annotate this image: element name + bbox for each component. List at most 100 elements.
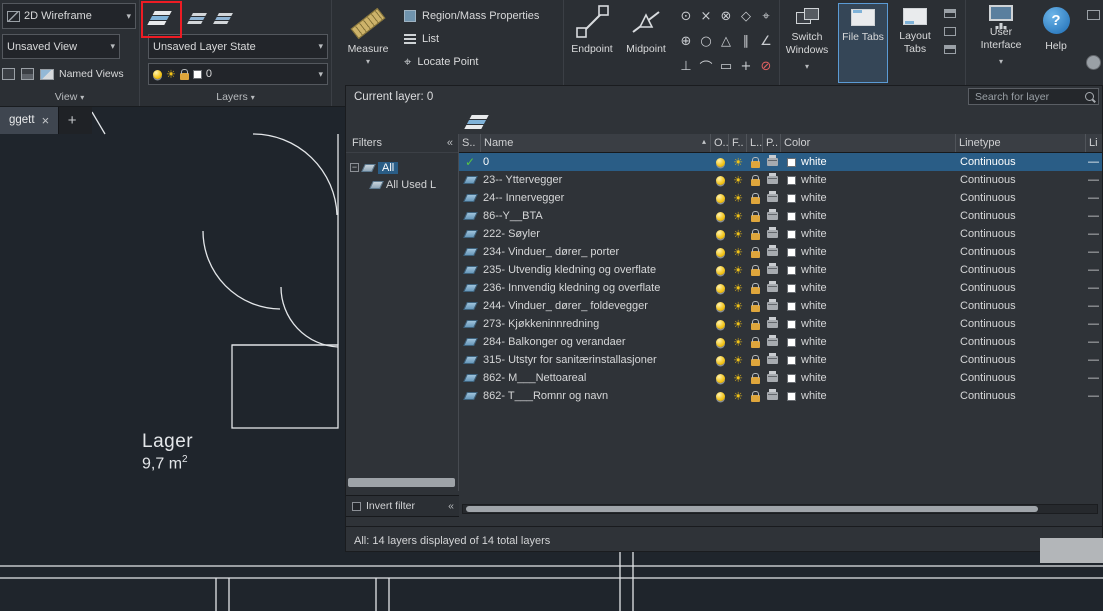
invert-filter-checkbox[interactable] <box>352 502 361 511</box>
layer-plot-icon[interactable] <box>767 356 778 364</box>
linetype-value[interactable]: Continuous <box>956 243 1086 261</box>
layer-lock-icon[interactable] <box>751 305 760 312</box>
layer-on-icon[interactable] <box>716 374 725 383</box>
infocenter-icon[interactable] <box>1087 10 1100 20</box>
drawing-tab[interactable]: ggett × <box>0 106 59 134</box>
layer-on-icon[interactable] <box>716 194 725 203</box>
osnap-icon[interactable]: ▭ <box>720 59 732 74</box>
layer-freeze-icon[interactable]: ☀ <box>733 211 743 222</box>
list-button[interactable]: List <box>404 31 539 47</box>
lineweight-value[interactable]: — <box>1086 297 1102 315</box>
endpoint-button[interactable]: Endpoint <box>566 3 618 83</box>
layer-name[interactable]: 315- Utstyr for sanitærinstallasjoner <box>481 351 711 369</box>
linetype-value[interactable]: Continuous <box>956 171 1086 189</box>
table-scrollbar[interactable] <box>462 504 1098 514</box>
lineweight-value[interactable]: — <box>1086 261 1102 279</box>
region-mass-properties-button[interactable]: Region/Mass Properties <box>404 8 539 24</box>
layer-freeze-icon[interactable]: ☀ <box>733 265 743 276</box>
layer-row[interactable]: 222- Søyler☀whiteContinuous— <box>459 225 1102 243</box>
layer-plot-icon[interactable] <box>767 392 778 400</box>
layer-lock-icon[interactable] <box>751 233 760 240</box>
lineweight-value[interactable]: — <box>1086 243 1102 261</box>
linetype-value[interactable]: Continuous <box>956 333 1086 351</box>
scrollbar-thumb[interactable] <box>466 506 1038 512</box>
layer-plot-icon[interactable] <box>767 374 778 382</box>
layer-search-input[interactable] <box>973 90 1082 104</box>
layer-lock-icon[interactable] <box>751 269 760 276</box>
color-swatch[interactable] <box>787 266 796 275</box>
osnap-icon[interactable]: ⊙ <box>681 9 692 24</box>
layer-plot-icon[interactable] <box>767 194 778 202</box>
linetype-value[interactable]: Continuous <box>956 207 1086 225</box>
osnap-icon[interactable]: ○ <box>700 34 711 49</box>
layer-row[interactable]: 244- Vinduer_ dører_ foldevegger☀whiteCo… <box>459 297 1102 315</box>
layer-name[interactable]: 86--Y__BTA <box>481 207 711 225</box>
lineweight-value[interactable]: — <box>1086 351 1102 369</box>
column-header[interactable]: Linetype <box>956 134 1086 152</box>
layer-name[interactable]: 24-- Innervegger <box>481 189 711 207</box>
color-swatch[interactable] <box>787 284 796 293</box>
column-header[interactable]: Name▴ <box>481 134 711 152</box>
layer-plot-icon[interactable] <box>767 158 778 166</box>
new-drawing-tab-button[interactable]: + <box>59 106 85 134</box>
tile-vertically-icon[interactable] <box>944 45 956 54</box>
layer-row[interactable]: 315- Utstyr for sanitærinstallasjoner☀wh… <box>459 351 1102 369</box>
layer-lock-icon[interactable] <box>751 161 760 168</box>
collapse-icon[interactable]: « <box>448 500 454 512</box>
layer-name[interactable]: 236- Innvendig kledning og overflate <box>481 279 711 297</box>
layer-plot-icon[interactable] <box>767 248 778 256</box>
view-panel-label[interactable]: View▾ <box>0 91 139 103</box>
layer-row[interactable]: 273- Kjøkkeninnredning☀whiteContinuous— <box>459 315 1102 333</box>
layer-lock-icon[interactable] <box>751 323 760 330</box>
linetype-value[interactable]: Continuous <box>956 315 1086 333</box>
filter-item[interactable]: −All <box>346 159 458 176</box>
layer-plot-icon[interactable] <box>767 302 778 310</box>
layer-plot-icon[interactable] <box>767 284 778 292</box>
layer-plot-icon[interactable] <box>767 230 778 238</box>
color-swatch[interactable] <box>787 302 796 311</box>
new-property-filter-icon[interactable] <box>464 115 488 129</box>
layer-name[interactable]: 284- Balkonger og verandaer <box>481 333 711 351</box>
osnap-icon[interactable]: ⊘ <box>761 59 772 74</box>
lineweight-value[interactable]: — <box>1086 279 1102 297</box>
layer-freeze-icon[interactable]: ☀ <box>733 319 743 330</box>
layer-on-icon[interactable] <box>716 392 725 401</box>
osnap-icon[interactable]: ⌖ <box>762 9 769 24</box>
measure-button[interactable]: Measure ▾ <box>342 3 394 83</box>
collapse-filters-button[interactable]: « <box>447 137 453 149</box>
sheet-set-icon[interactable] <box>21 68 34 80</box>
osnap-icon[interactable]: ∥ <box>743 34 750 49</box>
layer-lock-icon[interactable] <box>751 215 760 222</box>
linetype-value[interactable]: Continuous <box>956 189 1086 207</box>
layer-plot-icon[interactable] <box>767 266 778 274</box>
linetype-value[interactable]: Continuous <box>956 387 1086 405</box>
layer-on-icon[interactable] <box>716 302 725 311</box>
layer-match-button[interactable] <box>208 4 238 32</box>
layer-search-box[interactable] <box>968 88 1099 105</box>
column-header[interactable]: P.. <box>763 134 781 152</box>
layer-name[interactable]: 234- Vinduer_ dører_ porter <box>481 243 711 261</box>
layer-freeze-icon[interactable]: ☀ <box>733 229 743 240</box>
layer-name[interactable]: 862- M___Nettoareal <box>481 369 711 387</box>
layer-row[interactable]: 235- Utvendig kledning og overflate☀whit… <box>459 261 1102 279</box>
lineweight-value[interactable]: — <box>1086 225 1102 243</box>
layer-on-icon[interactable] <box>716 338 725 347</box>
layer-lock-icon[interactable] <box>751 341 760 348</box>
layout-tabs-button[interactable]: Layout Tabs <box>890 3 940 83</box>
osnap-icon[interactable]: ⊕ <box>681 34 692 49</box>
linetype-value[interactable]: Continuous <box>956 279 1086 297</box>
layer-name[interactable]: 244- Vinduer_ dører_ foldevegger <box>481 297 711 315</box>
layer-state-dropdown[interactable]: Unsaved Layer State ▾ <box>148 34 328 59</box>
lineweight-value[interactable]: — <box>1086 189 1102 207</box>
color-swatch[interactable] <box>787 356 796 365</box>
color-swatch[interactable] <box>787 338 796 347</box>
layer-on-icon[interactable] <box>716 356 725 365</box>
layer-lock-icon[interactable] <box>751 251 760 258</box>
lineweight-value[interactable]: — <box>1086 207 1102 225</box>
layer-freeze-icon[interactable]: ☀ <box>733 337 743 348</box>
layer-freeze-icon[interactable]: ☀ <box>733 301 743 312</box>
column-header[interactable]: S.. <box>459 134 481 152</box>
layer-freeze-icon[interactable]: ☀ <box>733 355 743 366</box>
layer-row[interactable]: 23-- Yttervegger☀whiteContinuous— <box>459 171 1102 189</box>
linetype-value[interactable]: Continuous <box>956 153 1086 171</box>
